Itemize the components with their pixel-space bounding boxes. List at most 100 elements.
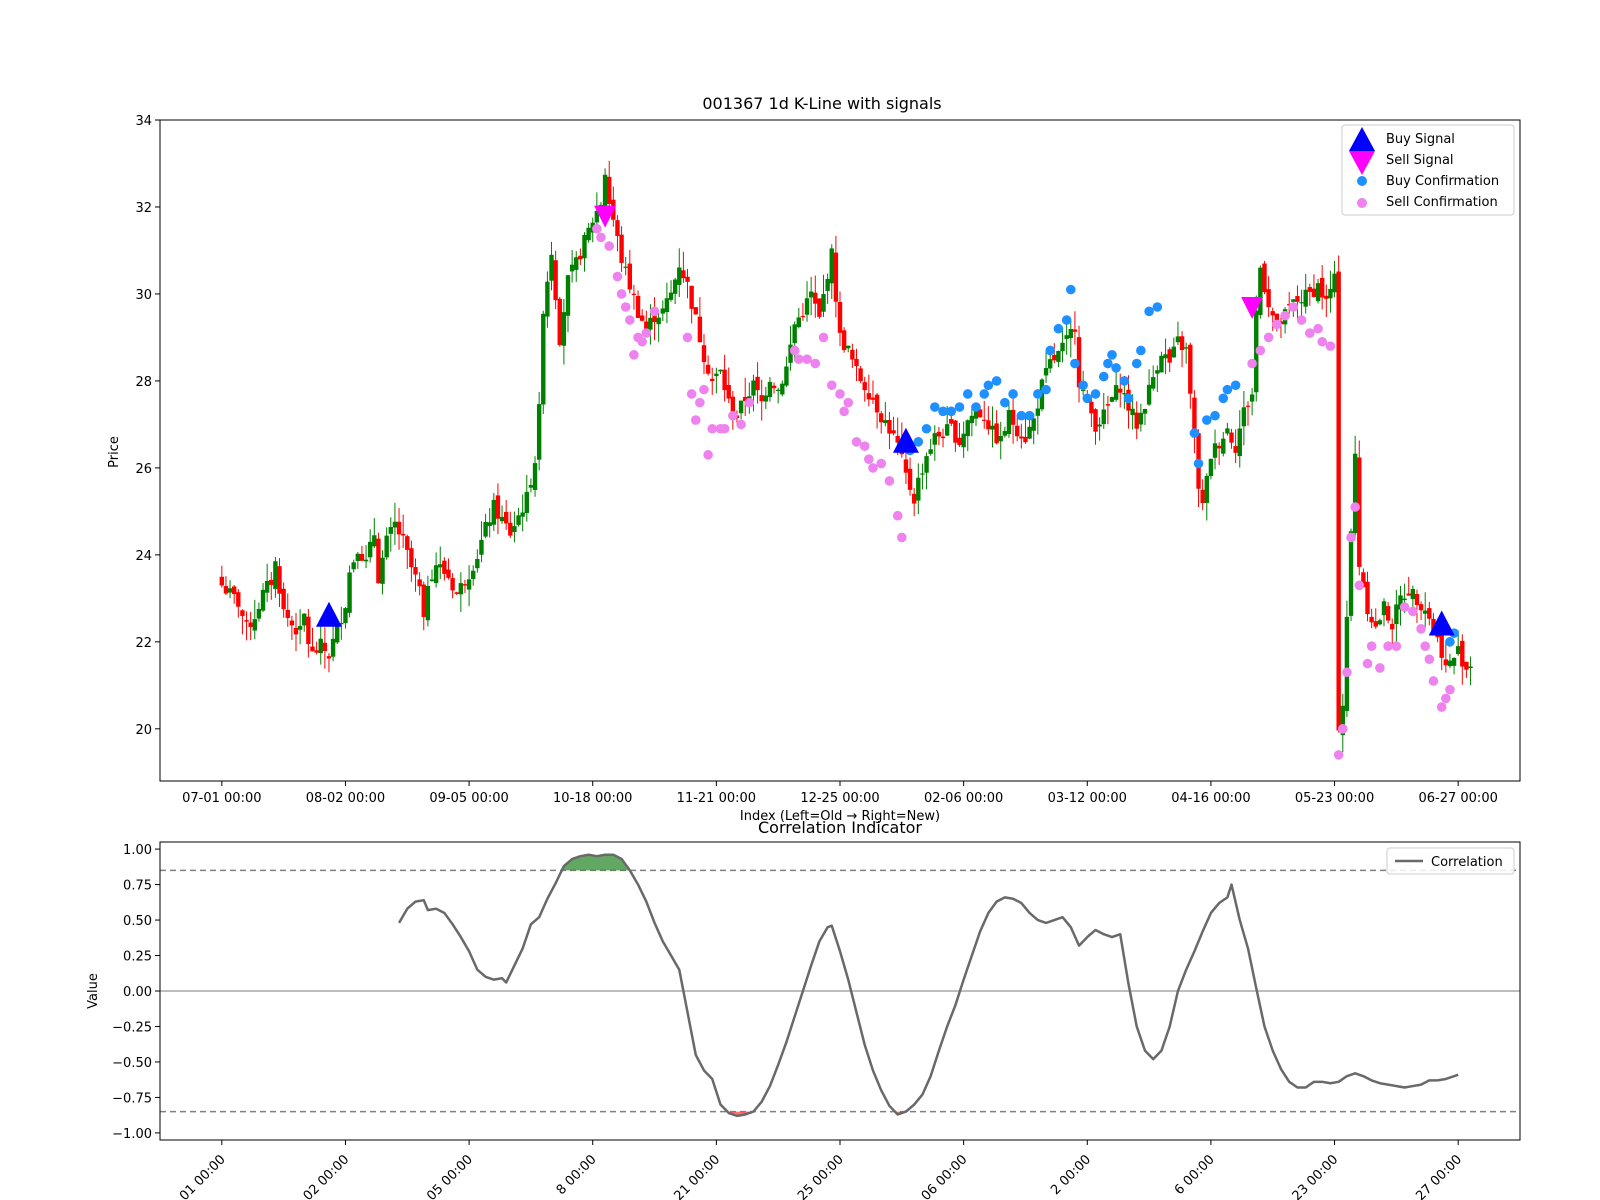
candle-body (714, 373, 719, 377)
sell-confirmation-point (864, 454, 874, 464)
candle-body (854, 358, 859, 367)
candle-body (1315, 283, 1321, 302)
candle-body (689, 285, 694, 309)
candle-body (557, 298, 562, 345)
legend-label-buy-signal: Buy Signal (1386, 132, 1455, 147)
candle-body (1155, 370, 1160, 374)
candle-body (219, 576, 225, 586)
candle-body (314, 650, 319, 653)
candle-body (710, 378, 715, 382)
correlation-x-tick-label: 6 00:00 (1172, 1152, 1218, 1198)
candle-body (306, 616, 311, 645)
correlation-x-tick-label: 25 00:00 (795, 1152, 847, 1200)
candle-body (697, 316, 703, 343)
candle-body (1171, 346, 1177, 358)
legend-label-buy-confirmation: Buy Confirmation (1386, 174, 1499, 189)
correlation-y-tick-label: −0.75 (112, 1091, 152, 1106)
candle-body (1427, 608, 1432, 619)
sell-confirmation-point (1342, 667, 1352, 678)
kline-axes-frame (159, 119, 1521, 782)
candle-body (429, 579, 435, 582)
candle-body (367, 541, 373, 558)
buy-confirmation-point (921, 423, 932, 434)
candle-body (916, 477, 921, 501)
legend-label-sell-signal: Sell Signal (1386, 153, 1454, 168)
candle-body (1072, 329, 1078, 332)
candle-body (471, 570, 476, 579)
candle-body (924, 456, 929, 473)
candle-body (425, 586, 431, 621)
buy-confirmation-point (1090, 389, 1101, 399)
candle-body (318, 638, 323, 654)
buy-confirmation-point (1024, 410, 1035, 421)
kline-x-tick-label: 02-06 00:00 (924, 791, 1003, 806)
candle-body (347, 572, 352, 613)
sell-confirmation-point (1296, 315, 1307, 325)
buy-confirmation-point (1136, 345, 1146, 356)
candle-body (528, 485, 534, 488)
sell-confirmation-point (1333, 750, 1344, 760)
candle-body (792, 324, 797, 344)
candle-body (920, 473, 925, 475)
sell-confirmation-point (1354, 580, 1365, 591)
sell-confirmation-point (1445, 684, 1455, 695)
kline-panel: 001367 1d K-Line with signals 20 22 24 26 28… (107, 94, 1521, 824)
sell-confirmation-point (1280, 310, 1290, 321)
candle-body (1414, 594, 1420, 606)
candle-body (582, 234, 587, 259)
sell-confirmation-point (884, 476, 895, 486)
candle-body (891, 430, 896, 434)
sell-confirmation-point (876, 458, 887, 469)
buy-confirmation-point (979, 389, 990, 399)
candle-body (631, 293, 637, 295)
candle-body (1241, 407, 1247, 427)
candle-body (1035, 408, 1041, 416)
figure: 001367 1d K-Line with signals 20 22 24 26 28… (86, 94, 1521, 1200)
candle-body (1056, 350, 1061, 362)
sell-confirmation-point (1350, 502, 1360, 512)
sell-confirmation-point (629, 350, 639, 360)
sell-confirmation-point (1325, 341, 1336, 351)
candle-body (553, 260, 558, 301)
candle-body (1031, 418, 1036, 431)
candle-body (223, 586, 229, 594)
sell-confirmation-point (1313, 323, 1323, 334)
candle-body (623, 266, 628, 268)
candle-body (751, 380, 756, 396)
candle-body (870, 397, 876, 400)
candle-body (1262, 263, 1267, 293)
candle-body (326, 656, 332, 659)
kline-x-tick-label: 10-18 00:00 (553, 791, 632, 806)
candle-body (648, 317, 653, 330)
buy-confirmation-point (971, 402, 981, 412)
kline-y-ticks: 20 22 24 26 28 30 32 34 (135, 114, 160, 738)
candle-body (1410, 588, 1416, 600)
candle-body (639, 315, 645, 321)
buy-confirmation-point (1445, 637, 1455, 647)
candle-body (421, 584, 426, 617)
candle-body (1089, 401, 1094, 414)
candle-body (1291, 299, 1296, 302)
candle-body (479, 539, 484, 555)
candle-body (998, 435, 1003, 442)
candle-body (1344, 616, 1350, 711)
sell-confirmation-point (686, 389, 697, 399)
sell-confirmation-point (1272, 319, 1282, 330)
candle-body (775, 389, 781, 391)
candle-body (936, 431, 942, 437)
candle-body (949, 419, 954, 424)
kline-y-tick-label: 24 (135, 549, 152, 564)
correlation-line (397, 853, 1459, 1118)
candle-body (677, 267, 682, 285)
buy-confirmation-point (1045, 345, 1055, 356)
correlation-y-tick-label: −0.25 (112, 1020, 152, 1035)
sell-confirmation-point (1420, 641, 1431, 651)
candle-body (944, 424, 950, 436)
candle-body (911, 493, 917, 504)
candle-body (784, 366, 789, 386)
candle-body (491, 499, 497, 525)
correlation-y-axis-label: Value (86, 973, 101, 1009)
candle-body (1423, 610, 1428, 614)
candle-body (615, 220, 620, 236)
buy-confirmation-point (1016, 410, 1027, 421)
